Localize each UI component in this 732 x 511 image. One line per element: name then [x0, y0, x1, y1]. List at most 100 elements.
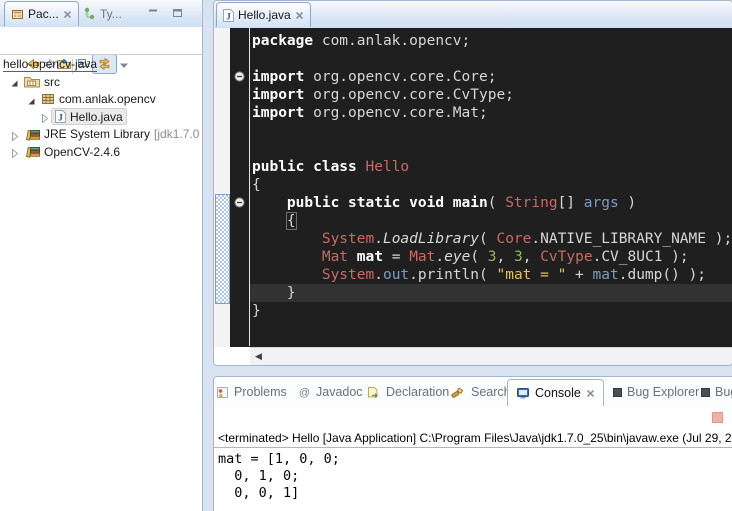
- code-line: }: [252, 284, 732, 302]
- tree-item-box: OpenCV-2.4.6: [21, 143, 123, 160]
- tree-item-opencv-2-4-6[interactable]: OpenCV-2.4.6: [0, 143, 202, 160]
- code-line: import org.opencv.core.Core;: [252, 68, 732, 86]
- code-line: [252, 50, 732, 68]
- tab-package-explorer[interactable]: Pac...: [4, 1, 79, 26]
- tree-item-label: JRE System Library: [44, 127, 150, 141]
- console-output-text[interactable]: mat = [1, 0, 0; 0, 1, 0; 0, 0, 1]: [218, 451, 732, 502]
- minimize-icon: [148, 8, 159, 18]
- bottom-tab-search[interactable]: Search: [451, 381, 511, 403]
- code-editor-text[interactable]: package com.anlak.opencv; import org.ope…: [252, 32, 732, 320]
- svg-text:J: J: [226, 11, 231, 21]
- console-output-line: 0, 1, 0;: [218, 468, 732, 485]
- package-icon: [41, 93, 55, 105]
- scrollbar-left-arrow-icon[interactable]: ◀: [255, 351, 262, 362]
- bottom-tab-label: Javadoc: [316, 385, 363, 399]
- code-line: {: [252, 176, 732, 194]
- svg-text:@: @: [299, 387, 310, 399]
- bottom-tab-console[interactable]: Console: [507, 379, 604, 406]
- console-content: <terminated> Hello [Java Application] C:…: [214, 406, 732, 511]
- method-range-indicator: [215, 194, 230, 304]
- library-icon: [24, 145, 40, 158]
- tree-collapsed-icon[interactable]: [10, 130, 19, 139]
- bottom-tab-label: Bug Explorer: [627, 385, 699, 399]
- search-icon: [451, 386, 466, 399]
- code-line: public class Hello: [252, 158, 732, 176]
- console-status-line: <terminated> Hello [Java Application] C:…: [218, 431, 732, 445]
- javadoc-icon: @: [298, 386, 311, 399]
- code-line: Mat mat = Mat.eye( 3, 3, CvType.CV_8UC1 …: [252, 248, 732, 266]
- tree-item-jre-system-library[interactable]: JRE System Library [jdk1.7.0: [0, 126, 202, 143]
- plugin-icon: [701, 388, 710, 397]
- close-icon[interactable]: [63, 10, 72, 19]
- code-line: [252, 122, 732, 140]
- tree-item-box: com.anlak.opencv: [38, 91, 159, 108]
- tree-item-hello-java[interactable]: J Hello.java: [0, 108, 202, 125]
- close-icon[interactable]: [295, 11, 304, 20]
- tree-item-box: hello-opencv-java: [0, 56, 100, 73]
- tab-type-hierarchy[interactable]: Ty...: [78, 1, 128, 26]
- library-icon: [24, 128, 40, 141]
- package-explorer-icon: [11, 8, 24, 21]
- tree-item-label: hello-opencv-java: [3, 57, 97, 72]
- tree-item-com-anlak-opencv[interactable]: com.anlak.opencv: [0, 91, 202, 108]
- package-explorer-tree: hello-opencv-javasrc com.anlak.opencv J Hel…: [0, 54, 202, 511]
- code-line: {: [252, 212, 732, 230]
- console-output-line: mat = [1, 0, 0;: [218, 451, 732, 468]
- fold-minus-icon[interactable]: [234, 197, 245, 208]
- bottom-tab-label: Console: [535, 386, 581, 400]
- bottom-tab-label: Declaration: [386, 385, 449, 399]
- svg-text:J: J: [58, 113, 63, 123]
- console-separator: [214, 447, 732, 448]
- bottom-tab-bug-explorer[interactable]: Bug Explorer: [613, 381, 699, 403]
- editor-tab-label: Hello.java: [238, 8, 291, 22]
- tree-collapsed-icon[interactable]: [40, 112, 49, 121]
- java-file-icon: J: [223, 9, 234, 22]
- tree-item-box: JRE System Library [jdk1.7.0: [21, 126, 202, 143]
- tab-package-explorer-label: Pac...: [28, 7, 59, 21]
- terminate-button[interactable]: [712, 412, 723, 423]
- tree-item-label: Hello.java: [70, 110, 123, 124]
- tab-type-hierarchy-label: Ty...: [100, 7, 122, 21]
- package-folder-icon: [24, 75, 40, 88]
- eclipse-workbench: Pac... Ty... hello-opencv-javasrc com.anl…: [0, 0, 732, 511]
- tree-item-box: src: [21, 73, 63, 90]
- tree-expanded-icon[interactable]: [10, 77, 19, 86]
- bottom-view-tabbar: Problems @ Javadoc DeclarationSearch Console…: [214, 377, 732, 406]
- fold-minus-icon[interactable]: [234, 71, 245, 82]
- tree-item-decorator: [jdk1.7.0: [154, 127, 199, 141]
- code-line: import org.opencv.core.Mat;: [252, 104, 732, 122]
- bottom-tab-declaration[interactable]: Declaration: [367, 381, 449, 403]
- code-line: public static void main( String[] args ): [252, 194, 732, 212]
- code-line: [252, 140, 732, 158]
- left-view-tabbar: Pac... Ty...: [0, 0, 202, 28]
- code-line: }: [252, 302, 732, 320]
- tree-item-label: OpenCV-2.4.6: [44, 145, 120, 159]
- plugin-icon: [613, 388, 622, 397]
- code-line: System.out.println( "mat = " + mat.dump(…: [252, 266, 732, 284]
- package-explorer-toolbar: [0, 27, 202, 54]
- tree-item-label: com.anlak.opencv: [59, 92, 156, 106]
- editor-tabbar: J Hello.java: [214, 1, 732, 29]
- bottom-tab-problems[interactable]: Problems: [216, 381, 287, 403]
- tree-item-hello-opencv-java[interactable]: hello-opencv-java: [0, 56, 202, 73]
- maximize-icon: [172, 8, 183, 18]
- editor-horizontal-scrollbar[interactable]: ◀: [250, 347, 732, 365]
- problems-icon: [216, 386, 229, 399]
- editor-tab-hello-java[interactable]: J Hello.java: [216, 2, 311, 27]
- tree-expanded-icon[interactable]: [27, 95, 36, 104]
- bottom-tab-bug[interactable]: Bug: [701, 381, 732, 403]
- code-line: import org.opencv.core.CvType;: [252, 86, 732, 104]
- declaration-icon: [367, 386, 381, 399]
- close-icon[interactable]: [586, 389, 595, 398]
- console-output-line: 0, 0, 1]: [218, 485, 732, 502]
- console-icon: [516, 387, 530, 400]
- minimize-button[interactable]: [146, 7, 161, 19]
- code-line: package com.anlak.opencv;: [252, 32, 732, 50]
- maximize-button[interactable]: [170, 7, 185, 19]
- bottom-view-stack: Problems @ Javadoc DeclarationSearch Console…: [213, 376, 732, 511]
- package-explorer-view: Pac... Ty... hello-opencv-javasrc com.anl…: [0, 0, 203, 511]
- type-hierarchy-icon: [84, 7, 96, 20]
- bottom-tab-javadoc[interactable]: @ Javadoc: [298, 381, 363, 403]
- tree-item-src[interactable]: src: [0, 73, 202, 90]
- tree-collapsed-icon[interactable]: [10, 147, 19, 156]
